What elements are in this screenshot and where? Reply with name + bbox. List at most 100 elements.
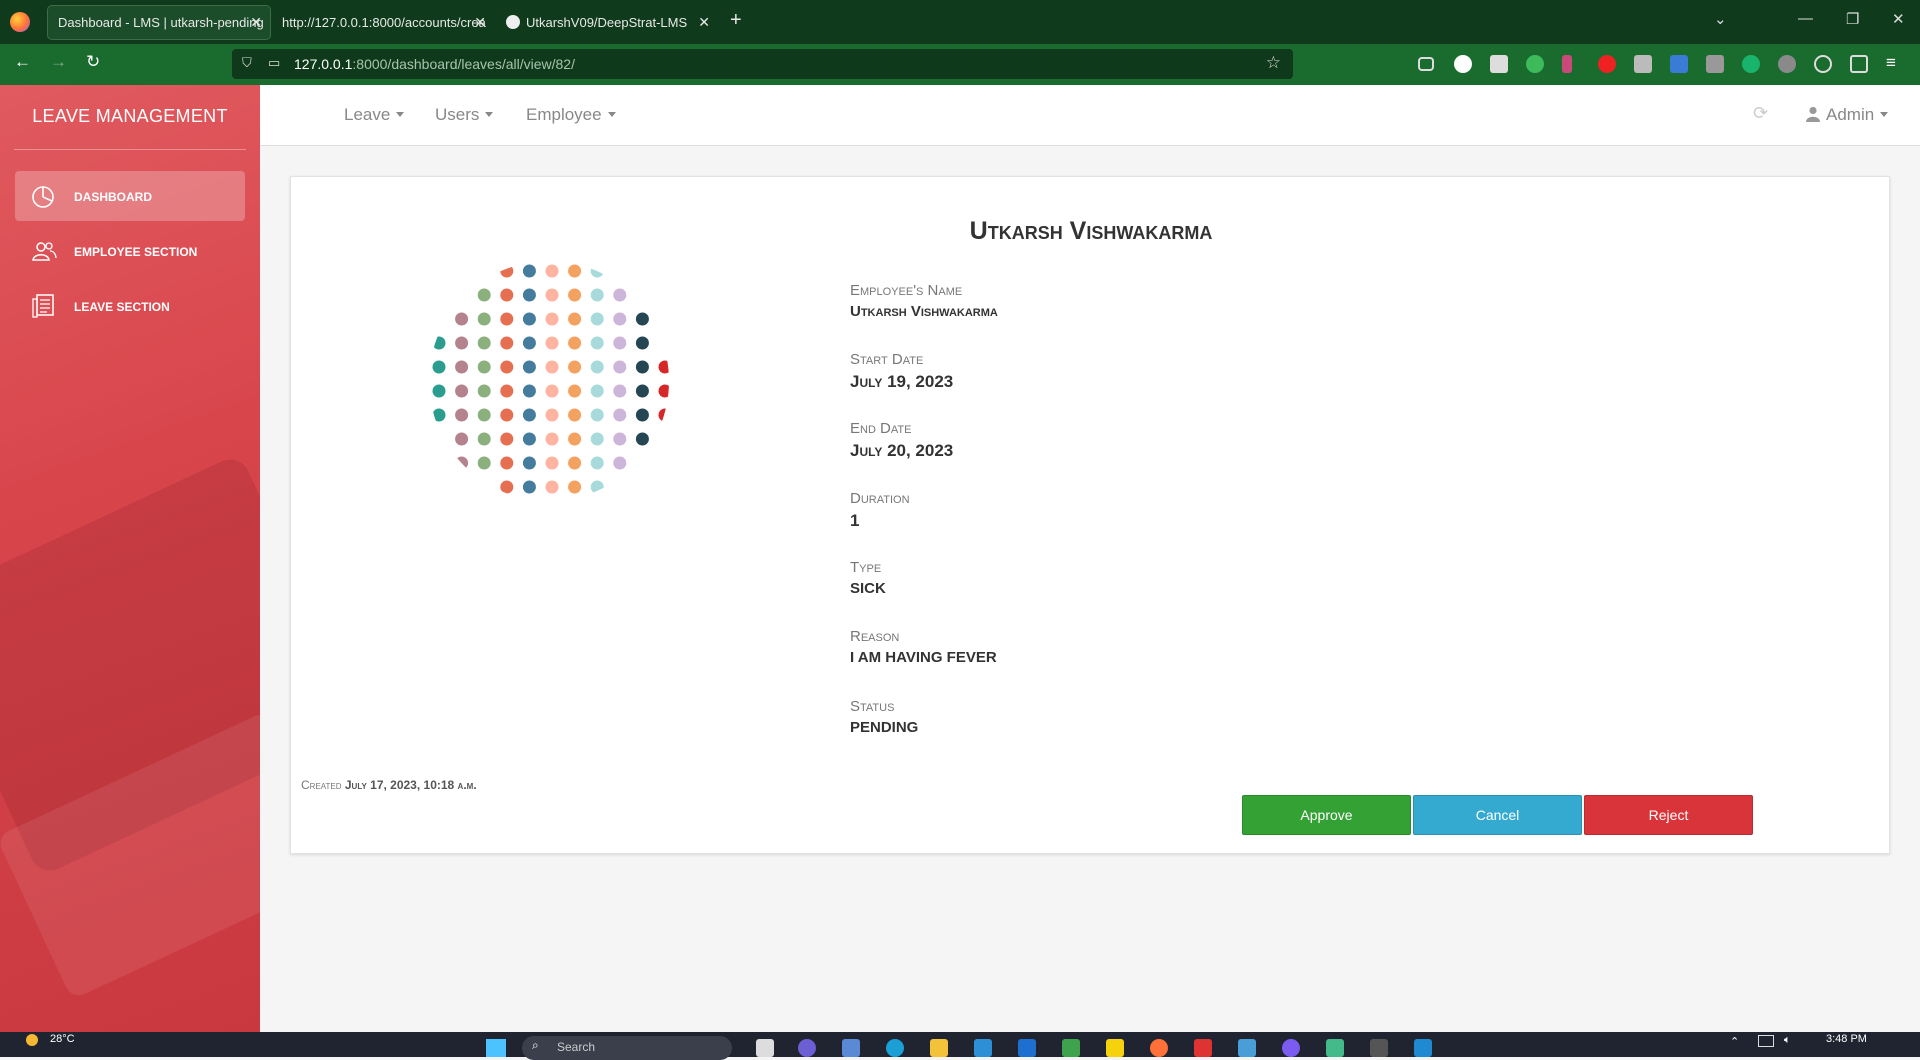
approve-button[interactable]: Approve <box>1242 795 1411 835</box>
photos-icon[interactable] <box>842 1039 860 1057</box>
menu-employee[interactable]: Employee <box>526 105 616 125</box>
restore-window-icon[interactable]: ❐ <box>1846 10 1859 28</box>
mail-icon[interactable] <box>1018 1039 1036 1057</box>
app-red-icon[interactable] <box>1194 1039 1212 1057</box>
weather-icon[interactable] <box>26 1034 38 1046</box>
avatar-dot <box>568 384 582 398</box>
brand-divider <box>14 149 246 150</box>
sticky-notes-icon[interactable] <box>1106 1039 1124 1057</box>
app-teal-icon[interactable] <box>1326 1039 1344 1057</box>
extension-n-icon[interactable] <box>1670 55 1688 73</box>
store-icon[interactable] <box>974 1039 992 1057</box>
close-tab-icon[interactable]: ✕ <box>698 14 710 31</box>
sidebar: LEAVE MANAGEMENT DASHBOARD EMPLOYEE SECT… <box>0 85 260 1032</box>
reload-icon[interactable]: ↻ <box>86 52 100 72</box>
url-bar[interactable]: ⛉ ▭ 127.0.0.1:8000/dashboard/leaves/all/… <box>232 49 1293 79</box>
avatar-dot <box>477 360 491 374</box>
avatar-dot <box>568 456 582 470</box>
task-view-icon[interactable] <box>756 1039 774 1057</box>
refresh-icon[interactable]: ⟳ <box>1753 103 1768 124</box>
avatar-dot <box>635 384 649 398</box>
file-explorer-icon[interactable] <box>930 1039 948 1057</box>
tray-chevron-icon[interactable]: ⌃ <box>1730 1035 1739 1048</box>
list-all-tabs-chevron-icon[interactable]: ⌄ <box>1714 10 1727 28</box>
field-start-date: Start Date July 19, 2023 <box>850 351 953 392</box>
avatar-dot <box>613 336 627 350</box>
sidebar-item-dashboard[interactable]: DASHBOARD <box>15 171 245 221</box>
avatar-dot <box>635 312 649 326</box>
hamburger-menu-icon[interactable]: ≡ <box>1886 53 1896 73</box>
field-label: Start Date <box>850 351 924 368</box>
taskbar-search-box[interactable] <box>522 1036 732 1060</box>
sidebar-item-leave-section[interactable]: LEAVE SECTION <box>15 281 245 331</box>
brand-title[interactable]: LEAVE MANAGEMENT <box>0 85 260 149</box>
extension-green-icon[interactable] <box>1526 55 1544 73</box>
url-path: :8000/dashboard/leaves/all/view/82/ <box>352 56 575 72</box>
avatar-dot <box>590 360 604 374</box>
weather-text[interactable]: 28°C <box>50 1033 75 1045</box>
url-text[interactable]: 127.0.0.1:8000/dashboard/leaves/all/view… <box>294 56 575 72</box>
document-list-icon <box>32 294 54 318</box>
vscode-icon[interactable] <box>1414 1039 1432 1057</box>
page-info-icon[interactable]: ▭ <box>268 55 280 71</box>
reject-button[interactable]: Reject <box>1584 795 1753 835</box>
edge-icon[interactable] <box>886 1039 904 1057</box>
close-tab-icon[interactable]: ✕ <box>250 14 262 31</box>
avatar-dot <box>545 312 559 326</box>
grammarly-icon[interactable] <box>1742 55 1760 73</box>
admin-menu[interactable]: Admin <box>1806 105 1889 125</box>
shield-icon[interactable]: ⛉ <box>242 55 252 71</box>
terminal-icon[interactable] <box>1370 1039 1388 1057</box>
close-tab-icon[interactable]: ✕ <box>474 14 486 31</box>
avatar-dot <box>522 432 536 446</box>
network-icon[interactable] <box>1758 1035 1774 1047</box>
clock-time[interactable]: 3:48 PM <box>1826 1033 1867 1045</box>
browser-tab-dashboard[interactable]: Dashboard - LMS | utkarsh-pending ✕ <box>48 6 270 39</box>
globe-icon[interactable] <box>1814 55 1832 73</box>
browser-tab-accounts[interactable]: http://127.0.0.1:8000/accounts/crea ✕ <box>272 6 494 39</box>
ublock-icon[interactable] <box>1598 55 1616 73</box>
menu-users[interactable]: Users <box>435 105 494 125</box>
forward-arrow-icon[interactable]: → <box>50 52 67 72</box>
extension-dots-icon[interactable] <box>1778 55 1796 73</box>
qr-code-icon[interactable] <box>1490 55 1508 73</box>
avatar-dot <box>613 360 627 374</box>
extension-k-icon[interactable] <box>1706 55 1724 73</box>
avatar-dot <box>477 312 491 326</box>
extension-a-icon[interactable] <box>1454 55 1472 73</box>
avatar-dot <box>522 480 536 494</box>
extension-pink-icon[interactable] <box>1562 55 1572 73</box>
firefox-icon[interactable] <box>10 12 30 32</box>
avatar-dot <box>590 288 604 302</box>
volume-icon[interactable]: 🔈︎ <box>1784 1034 1791 1047</box>
sidebar-item-employee-section[interactable]: EMPLOYEE SECTION <box>15 226 245 276</box>
bookmark-star-icon[interactable]: ☆ <box>1266 53 1281 73</box>
avatar-dot <box>545 432 559 446</box>
pocket-icon[interactable] <box>1418 57 1434 71</box>
browser-tab-github[interactable]: UtkarshV09/DeepStrat-LMS ✕ <box>496 6 718 39</box>
back-arrow-icon[interactable]: ← <box>14 52 31 72</box>
admin-label: Admin <box>1826 105 1875 124</box>
avatar-dot <box>522 336 536 350</box>
avatar-dot <box>590 480 604 494</box>
new-tab-plus-icon[interactable]: + <box>730 9 742 32</box>
close-window-icon[interactable]: ✕ <box>1892 10 1905 28</box>
teams-icon[interactable] <box>798 1039 816 1057</box>
app-green-icon[interactable] <box>1062 1039 1080 1057</box>
firefox-taskbar-icon[interactable] <box>1150 1039 1168 1057</box>
created-label: Created <box>301 778 342 792</box>
extension-grey-icon[interactable] <box>1634 55 1652 73</box>
avatar-dot <box>455 336 469 350</box>
minimize-window-icon[interactable]: — <box>1798 10 1813 27</box>
avatar-dot <box>545 408 559 422</box>
extensions-puzzle-icon[interactable] <box>1850 55 1868 73</box>
avatar-dot <box>477 408 491 422</box>
avatar-dot <box>613 288 627 302</box>
sidebar-item-label: DASHBOARD <box>74 190 152 204</box>
cancel-button[interactable]: Cancel <box>1413 795 1582 835</box>
app-blue-icon[interactable] <box>1238 1039 1256 1057</box>
menu-leave[interactable]: Leave <box>344 105 405 125</box>
windows-start-icon[interactable] <box>486 1039 506 1057</box>
sidebar-item-label: LEAVE SECTION <box>74 300 170 314</box>
discord-icon[interactable] <box>1282 1039 1300 1057</box>
